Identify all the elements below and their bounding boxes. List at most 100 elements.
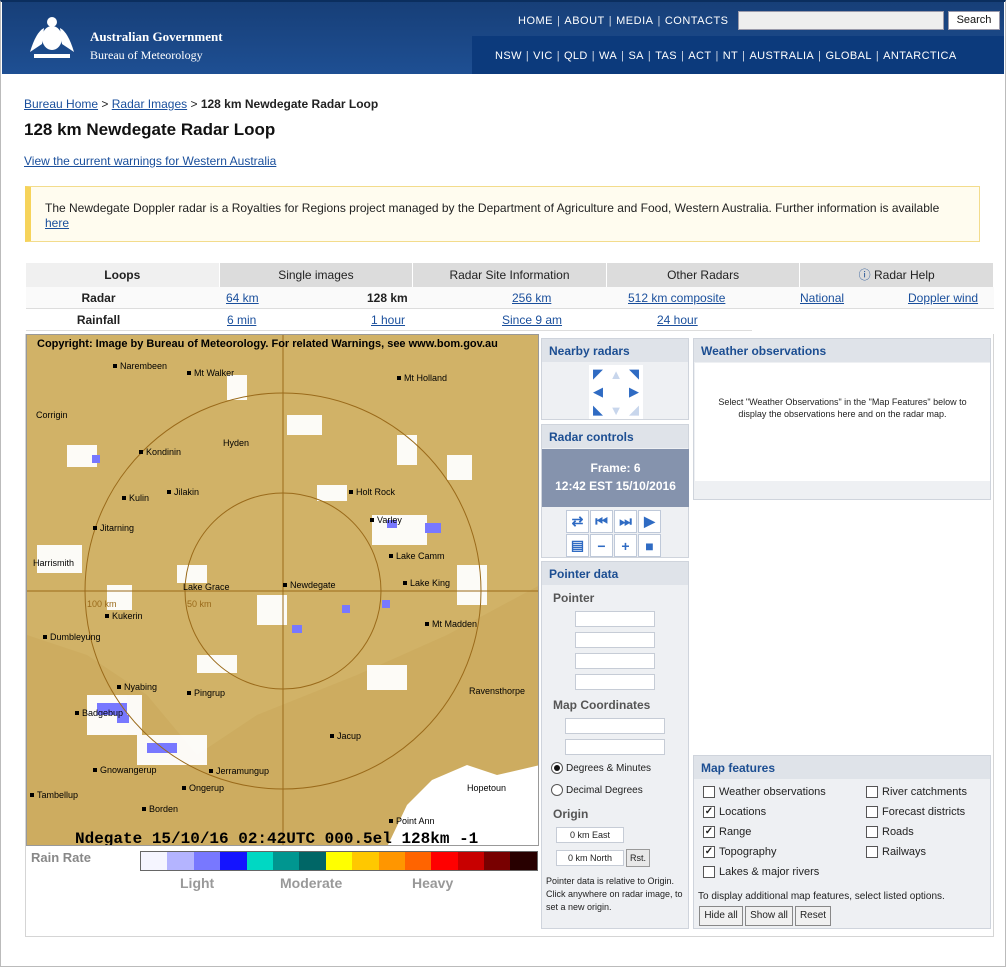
radio-decimal-degrees[interactable]: Decimal Degrees — [551, 784, 643, 796]
feature-railways-label: Railways — [882, 846, 927, 858]
range-512km-link[interactable]: 512 km composite — [628, 291, 725, 305]
range-100km-label: 100 km — [87, 599, 117, 609]
national-link[interactable]: National — [800, 291, 844, 305]
print-icon[interactable]: ▤ — [566, 534, 589, 557]
feature-topography[interactable]: ✓ Topography — [703, 846, 777, 858]
radar-image[interactable]: 100 km 50 km Copyright: Image by Bureau … — [26, 334, 539, 846]
nav-media[interactable]: MEDIA — [616, 15, 653, 27]
feature-railways[interactable]: Railways — [866, 846, 926, 858]
search-button[interactable]: Search — [948, 11, 1000, 30]
nav-antarctica[interactable]: ANTARCTICA — [883, 50, 956, 62]
coat-of-arms-logo[interactable] — [22, 14, 82, 62]
nav-global[interactable]: GLOBAL — [825, 50, 871, 62]
feature-lakes[interactable]: Lakes & major rivers — [703, 866, 819, 878]
arrow-e-icon[interactable]: ▶ — [625, 383, 643, 401]
checkbox-unchecked[interactable] — [866, 806, 878, 818]
feature-forecast-label: Forecast districts — [882, 806, 966, 818]
arrow-ne-icon[interactable]: ◥ — [625, 365, 643, 383]
warnings-link[interactable]: View the current warnings for Western Au… — [24, 154, 276, 168]
rain-24hour-link[interactable]: 24 hour — [657, 313, 698, 327]
town-varley: Varley — [370, 515, 402, 525]
nav-home[interactable]: HOME — [518, 15, 553, 27]
info-icon: ⓘ — [858, 268, 874, 282]
features-note: To display additional map features, sele… — [698, 891, 945, 902]
town-kulin: Kulin — [122, 493, 149, 503]
checkbox-checked[interactable]: ✓ — [703, 846, 715, 858]
step-forward-icon[interactable]: ⏭ — [614, 510, 637, 533]
breadcrumb-home[interactable]: Bureau Home — [24, 97, 98, 111]
map-coord-field-2 — [565, 739, 665, 755]
weather-observations-title: Weather observations — [694, 339, 990, 362]
nav-about[interactable]: ABOUT — [564, 15, 604, 27]
rain-since9-link[interactable]: Since 9 am — [502, 313, 562, 327]
checkbox-checked[interactable]: ✓ — [703, 806, 715, 818]
rain-6min-link[interactable]: 6 min — [227, 313, 256, 327]
reset-origin-button[interactable]: Rst. — [626, 849, 650, 867]
tab-radar-help[interactable]: ⓘ Radar Help — [800, 263, 994, 287]
arrow-sw-icon[interactable]: ◣ — [589, 401, 607, 419]
tab-loops[interactable]: Loops — [26, 263, 220, 287]
slower-icon[interactable]: − — [590, 534, 613, 557]
nav-tas[interactable]: TAS — [655, 50, 677, 62]
hide-all-button[interactable]: Hide all — [699, 906, 743, 926]
radio-degrees-minutes[interactable]: Degrees & Minutes — [551, 762, 651, 774]
pointer-data-panel: Pointer data Pointer Map Coordinates Deg… — [541, 561, 689, 929]
feature-forecast[interactable]: Forecast districts — [866, 806, 965, 818]
feature-locations[interactable]: ✓ Locations — [703, 806, 766, 818]
map-features-panel: Map features Weather observations ✓ Locat… — [693, 755, 991, 929]
feature-weather-obs[interactable]: Weather observations — [703, 786, 826, 798]
rain-1hour-link[interactable]: 1 hour — [371, 313, 405, 327]
checkbox-unchecked[interactable] — [866, 786, 878, 798]
tab-single-images[interactable]: Single images — [219, 263, 414, 287]
arrow-nw-icon[interactable]: ◤ — [589, 365, 607, 383]
nav-act[interactable]: ACT — [688, 50, 711, 62]
page-title: 128 km Newdegate Radar Loop — [24, 120, 276, 139]
play-icon[interactable]: ▶ — [638, 510, 661, 533]
notice-link[interactable]: here — [45, 216, 69, 230]
nav-wa[interactable]: WA — [599, 50, 617, 62]
checkbox-unchecked[interactable] — [866, 826, 878, 838]
nav-nt[interactable]: NT — [723, 50, 738, 62]
feature-roads[interactable]: Roads — [866, 826, 914, 838]
first-frame-icon[interactable]: ⏮ — [590, 510, 613, 533]
radio-dot[interactable] — [551, 784, 563, 796]
doppler-wind-link[interactable]: Doppler wind — [908, 291, 978, 305]
nav-sa[interactable]: SA — [628, 50, 643, 62]
nav-contacts[interactable]: CONTACTS — [665, 15, 729, 27]
search-input[interactable] — [738, 11, 944, 30]
range-256km-link[interactable]: 256 km — [512, 291, 551, 305]
checkbox-checked[interactable]: ✓ — [703, 826, 715, 838]
pointer-data-title: Pointer data — [542, 562, 688, 585]
checkbox-unchecked[interactable] — [703, 786, 715, 798]
nav-australia[interactable]: AUSTRALIA — [749, 50, 814, 62]
show-all-button[interactable]: Show all — [745, 906, 793, 926]
row-label-radar: Radar — [81, 290, 116, 305]
swap-icon[interactable]: ⇄ — [566, 510, 589, 533]
town-corrigin: Corrigin — [36, 410, 68, 420]
tab-radar-site-info[interactable]: Radar Site Information — [413, 263, 607, 287]
tab-other-radars[interactable]: Other Radars — [606, 263, 801, 287]
origin-north-field[interactable]: 0 km North — [556, 850, 624, 866]
nav-nsw[interactable]: NSW — [495, 50, 522, 62]
radio-dot-selected[interactable] — [551, 762, 563, 774]
town-borden: Borden — [142, 804, 178, 814]
feature-range[interactable]: ✓ Range — [703, 826, 751, 838]
feature-river[interactable]: River catchments — [866, 786, 967, 798]
site-header: Australian Government Bureau of Meteorol… — [2, 2, 1004, 74]
checkbox-unchecked[interactable] — [866, 846, 878, 858]
range-64km-link[interactable]: 64 km — [226, 291, 259, 305]
checkbox-unchecked[interactable] — [703, 866, 715, 878]
stop-icon[interactable]: ■ — [638, 534, 661, 557]
arrow-w-icon[interactable]: ◀ — [589, 383, 607, 401]
rain-rate-swatch — [431, 852, 458, 870]
faster-icon[interactable]: + — [614, 534, 637, 557]
breadcrumb-radar[interactable]: Radar Images — [112, 97, 187, 111]
nav-qld[interactable]: QLD — [564, 50, 588, 62]
feature-weather-obs-label: Weather observations — [719, 786, 826, 798]
origin-east-field[interactable]: 0 km East — [556, 827, 624, 843]
town-narembeen: Narembeen — [113, 361, 167, 371]
radar-copyright: Copyright: Image by Bureau of Meteorolog… — [37, 338, 498, 350]
nav-vic[interactable]: VIC — [533, 50, 553, 62]
town-harrismith: Harrismith — [33, 558, 75, 568]
reset-button[interactable]: Reset — [795, 906, 831, 926]
